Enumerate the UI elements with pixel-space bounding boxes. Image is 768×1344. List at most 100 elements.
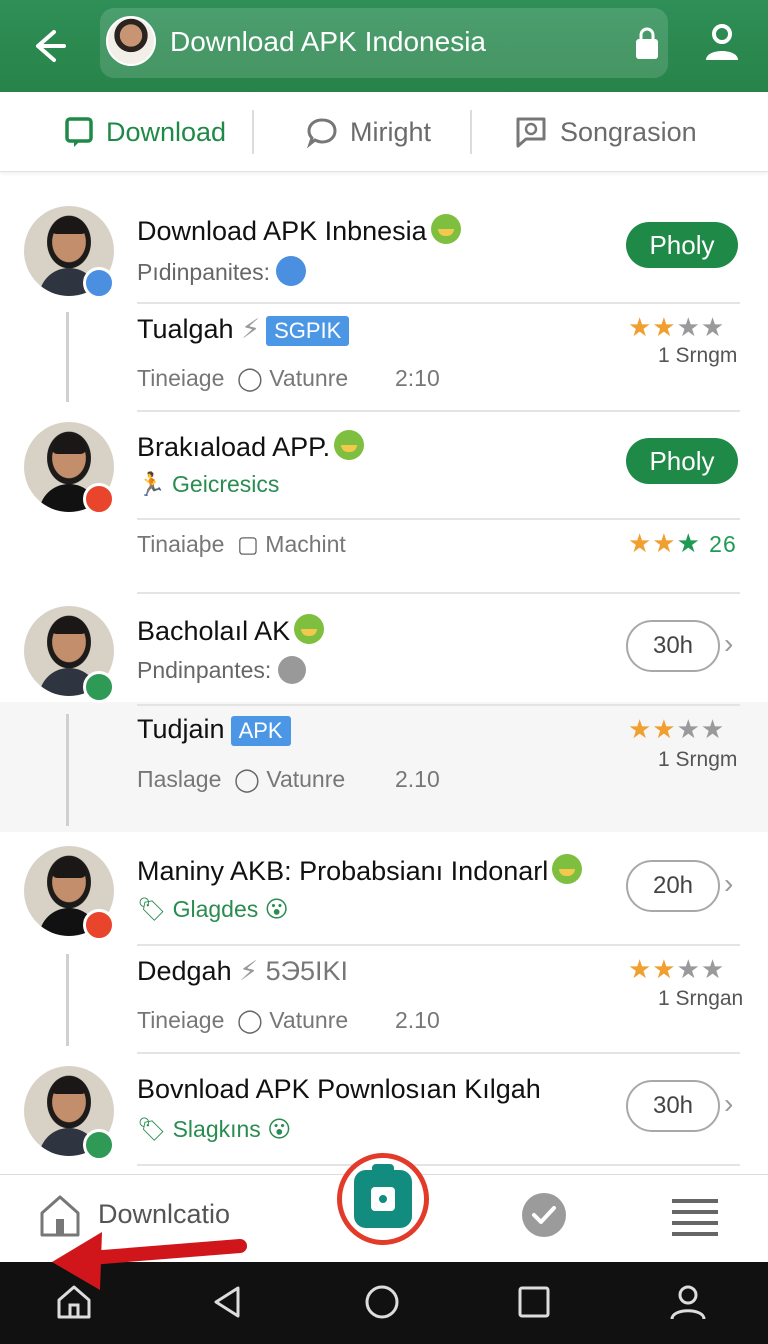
- divider: [137, 1164, 740, 1166]
- status-badge: [83, 483, 115, 515]
- item-subtitle: Pndinpantes:: [137, 656, 306, 684]
- star-rating: ★★★★: [628, 714, 726, 744]
- home-circle-icon[interactable]: [362, 1282, 402, 1322]
- item-meta: Tinaiaþe ▢ Machint: [137, 531, 346, 557]
- back-triangle-icon[interactable]: [208, 1282, 248, 1322]
- thread-line: [66, 954, 69, 1046]
- badge-emoji-icon: 🏷: [137, 1116, 167, 1142]
- tab-miright[interactable]: Miright: [306, 92, 431, 172]
- item-title: Maniny AKB: Probabsianı Indonarl: [137, 854, 583, 887]
- divider: [137, 592, 740, 594]
- badge-emoji-icon: 🏷: [137, 896, 167, 922]
- camera-icon: [354, 1164, 412, 1228]
- item-subheading: Tudjain APK: [137, 714, 291, 746]
- status-badge: [83, 909, 115, 941]
- item-time: 2:10: [395, 365, 440, 391]
- tab-label: Songrasion: [560, 116, 697, 147]
- rating-count: 1 Srngm: [658, 748, 738, 771]
- smile-emoji-icon: [294, 614, 325, 644]
- star-rating: ★★★ 26: [628, 528, 737, 558]
- duration-button[interactable]: 20h: [626, 860, 720, 912]
- comment-icon: ◯: [234, 766, 260, 792]
- chat-bubble-icon: [307, 118, 337, 148]
- duration-button[interactable]: 30h: [626, 620, 720, 672]
- star-rating: ★★★★: [628, 954, 726, 984]
- tab-bar: Download Miright Songrasion: [0, 92, 768, 172]
- download-list: Download APK Inbnesia Pıdinpanites: Phol…: [0, 176, 768, 1174]
- chevron-right-icon[interactable]: ›: [724, 868, 733, 900]
- divider: [137, 518, 740, 520]
- lock-icon: [636, 27, 658, 59]
- page-title: Download APK Indonesia: [170, 26, 486, 57]
- lightning-icon: ⚡: [241, 314, 261, 344]
- divider: [137, 410, 740, 412]
- rating-count: 1 Srngan: [658, 987, 744, 1010]
- system-nav-bar: [0, 1262, 768, 1344]
- item-time: 2.10: [395, 1007, 440, 1033]
- divider: [137, 302, 740, 304]
- item-title: Brakıaload APP.: [137, 430, 365, 463]
- user-icon[interactable]: [668, 1282, 708, 1322]
- divider: [137, 1052, 740, 1054]
- smile-emoji-icon: [552, 854, 583, 884]
- face-emoji-icon: 😮: [267, 1116, 292, 1142]
- status-badge: [83, 267, 115, 299]
- chevron-right-icon[interactable]: ›: [724, 628, 733, 660]
- item-subheading: Tualgah ⚡ SGPIK: [137, 314, 350, 346]
- search-bar[interactable]: Download APK Indonesia: [100, 8, 668, 78]
- item-meta: Πaslage ◯ Vatunre: [137, 766, 346, 792]
- check-icon[interactable]: [522, 1193, 566, 1237]
- smile-emoji-icon: [430, 214, 461, 244]
- status-badge: [83, 671, 115, 703]
- home-icon[interactable]: [54, 1282, 94, 1322]
- divider: [137, 944, 740, 946]
- comment-icon: ◯: [237, 1007, 263, 1033]
- item-title: Bovnload APK Pownlosıan Kılgah: [137, 1074, 541, 1104]
- tag-badge: APK: [230, 716, 291, 746]
- camera-button[interactable]: [337, 1153, 429, 1245]
- globe-icon: [277, 656, 306, 684]
- menu-icon[interactable]: [672, 1197, 718, 1237]
- item-title: Download APK Inbnesia: [137, 214, 461, 247]
- chat-square-icon: [65, 117, 93, 147]
- rating-count: 1 Srngm: [658, 344, 738, 367]
- play-button[interactable]: Pholy: [626, 438, 738, 484]
- duration-button[interactable]: 30h: [626, 1080, 720, 1132]
- tab-download[interactable]: Download: [64, 92, 226, 172]
- tab-label: Miright: [350, 116, 432, 147]
- recents-square-icon[interactable]: [514, 1282, 554, 1322]
- account-icon[interactable]: [700, 20, 744, 64]
- bottom-nav: Downlcatio: [0, 1153, 768, 1262]
- tab-songrasion[interactable]: Songrasion: [514, 92, 697, 172]
- item-subheading: Dedgah ⚡ 5Э5IKI: [137, 956, 349, 986]
- nav-home-label[interactable]: Downlcatio: [98, 1199, 230, 1230]
- item-time: 2.10: [395, 766, 440, 792]
- play-button[interactable]: Pholy: [626, 222, 738, 268]
- runner-icon: 🏃: [137, 471, 166, 497]
- item-subtitle: 🏷 Glagdes 😮: [137, 896, 289, 922]
- item-title: Bacholaıl AK: [137, 614, 325, 647]
- item-subtitle: 🏃 Geicresics: [137, 471, 280, 497]
- chevron-right-icon[interactable]: ›: [724, 1088, 733, 1120]
- status-badge: [83, 1129, 115, 1161]
- item-meta: Tineiage ◯ Vatunre: [137, 1007, 349, 1033]
- back-arrow-icon[interactable]: [24, 22, 72, 70]
- item-meta: Tineiage ◯ Vatunre: [137, 365, 349, 391]
- home-icon[interactable]: [38, 1193, 82, 1239]
- info-icon: [276, 256, 307, 286]
- divider: [470, 110, 472, 154]
- comment-icon: ▢: [237, 531, 259, 557]
- message-square-icon: [516, 117, 546, 148]
- smile-emoji-icon: [334, 430, 365, 460]
- app-bar: Download APK Indonesia: [0, 0, 768, 92]
- avatar: [106, 16, 156, 66]
- comment-icon: ◯: [237, 365, 263, 391]
- lightning-icon: ⚡: [239, 956, 259, 986]
- tag-badge: SGPIK: [266, 316, 350, 346]
- thread-line: [66, 312, 69, 402]
- tab-label: Download: [106, 116, 227, 147]
- star-rating: ★★★★: [628, 312, 726, 342]
- divider: [252, 110, 254, 154]
- divider: [137, 704, 740, 706]
- thread-line: [66, 714, 69, 826]
